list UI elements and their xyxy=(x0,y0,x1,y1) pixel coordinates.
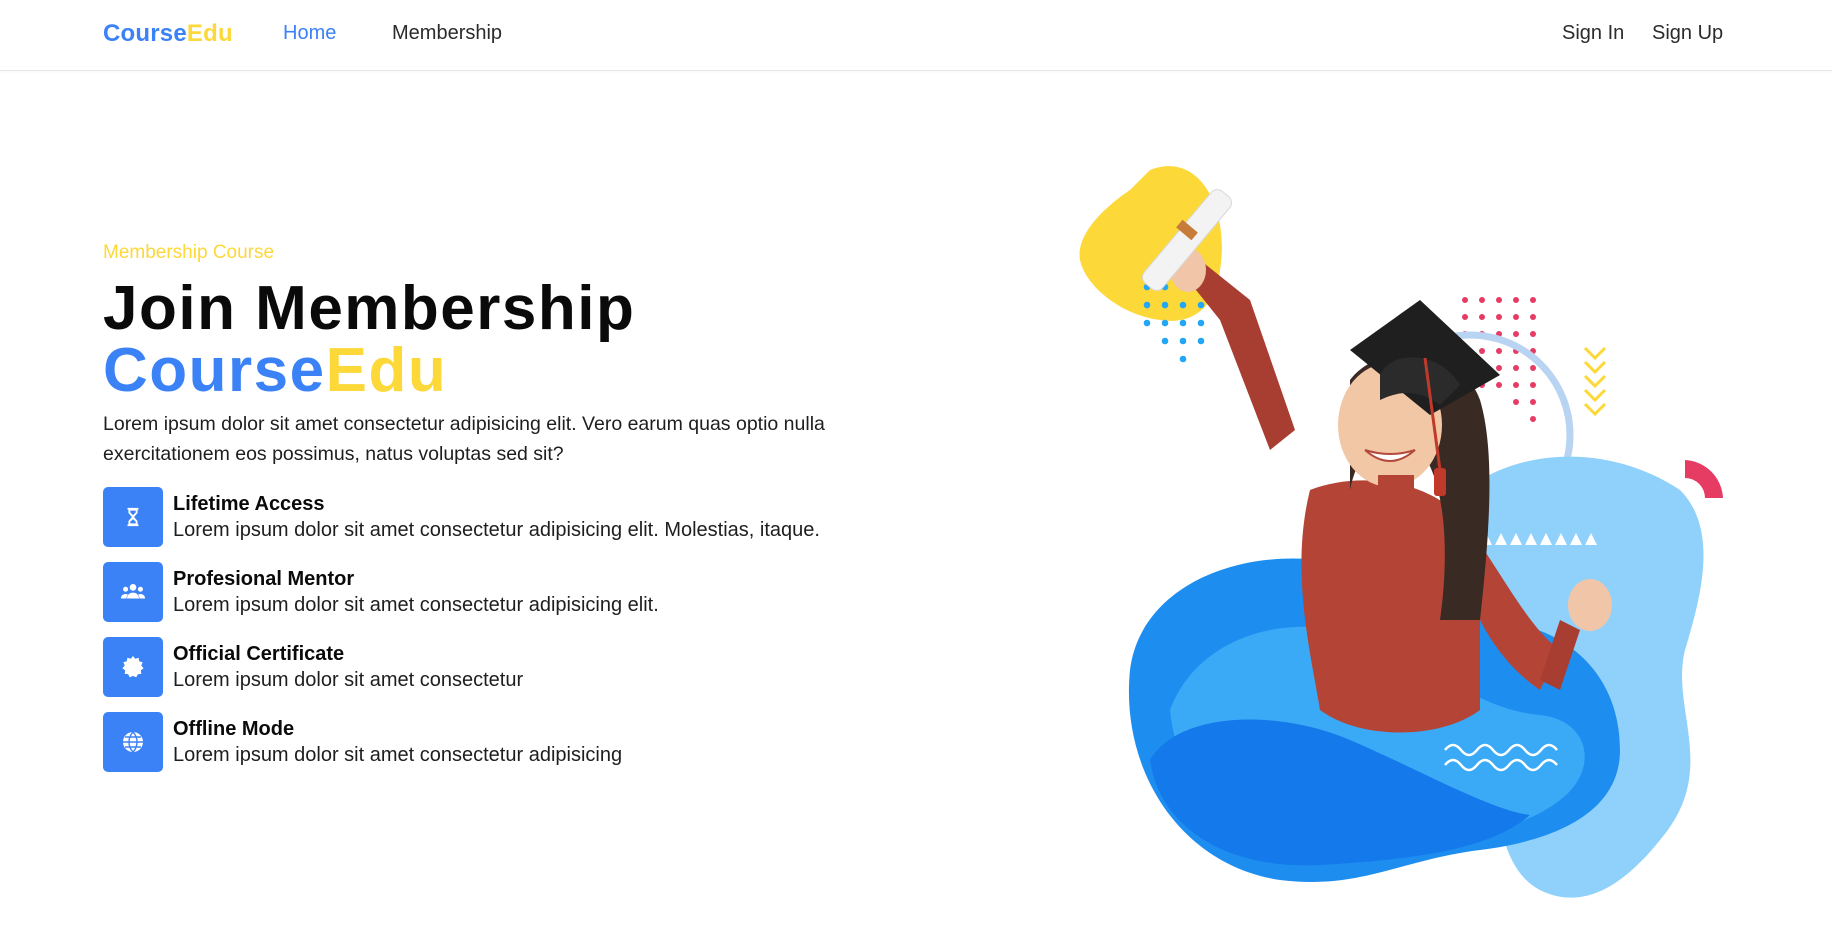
hero-headline-brand: CourseEdu xyxy=(103,340,447,402)
feature-title: Offline Mode xyxy=(173,718,295,740)
feature-title: Lifetime Access xyxy=(173,493,325,515)
hero-brand-course: Course xyxy=(103,336,326,405)
nav-link-membership[interactable]: Membership xyxy=(392,22,502,45)
nav-link-home[interactable]: Home xyxy=(283,22,336,45)
brand-logo-edu: Edu xyxy=(186,20,233,47)
feature-official-certificate: Official Certificate Lorem ipsum dolor s… xyxy=(103,637,883,697)
feature-title: Official Certificate xyxy=(173,643,345,665)
sign-in-link[interactable]: Sign In xyxy=(1562,22,1624,45)
brand-logo[interactable]: CourseEdu xyxy=(103,20,233,48)
globe-icon xyxy=(103,712,163,772)
hero-lead-paragraph: Lorem ipsum dolor sit amet consectetur a… xyxy=(103,413,825,465)
hero-headline: Join Membership xyxy=(103,274,636,343)
feature-description: Lorem ipsum dolor sit amet consectetur a… xyxy=(173,519,820,541)
hero-eyebrow: Membership Course xyxy=(103,242,275,263)
brand-logo-course: Course xyxy=(103,20,187,47)
feature-description: Lorem ipsum dolor sit amet consectetur a… xyxy=(173,594,659,616)
feature-description: Lorem ipsum dolor sit amet consectetur xyxy=(173,669,524,691)
feature-lifetime-access: Lifetime Access Lorem ipsum dolor sit am… xyxy=(103,487,883,547)
certificate-icon xyxy=(103,637,163,697)
feature-description: Lorem ipsum dolor sit amet consectetur a… xyxy=(173,744,623,766)
users-icon xyxy=(103,562,163,622)
sign-up-link[interactable]: Sign Up xyxy=(1652,22,1723,45)
navbar: CourseEdu Home Membership Sign In Sign U… xyxy=(0,0,1832,71)
hourglass-icon xyxy=(103,487,163,547)
graduate-student-illustration xyxy=(1060,150,1740,920)
feature-profesional-mentor: Profesional Mentor Lorem ipsum dolor sit… xyxy=(103,562,883,622)
hero-brand-edu: Edu xyxy=(325,336,448,405)
feature-offline-mode: Offline Mode Lorem ipsum dolor sit amet … xyxy=(103,712,883,772)
feature-title: Profesional Mentor xyxy=(173,568,355,590)
